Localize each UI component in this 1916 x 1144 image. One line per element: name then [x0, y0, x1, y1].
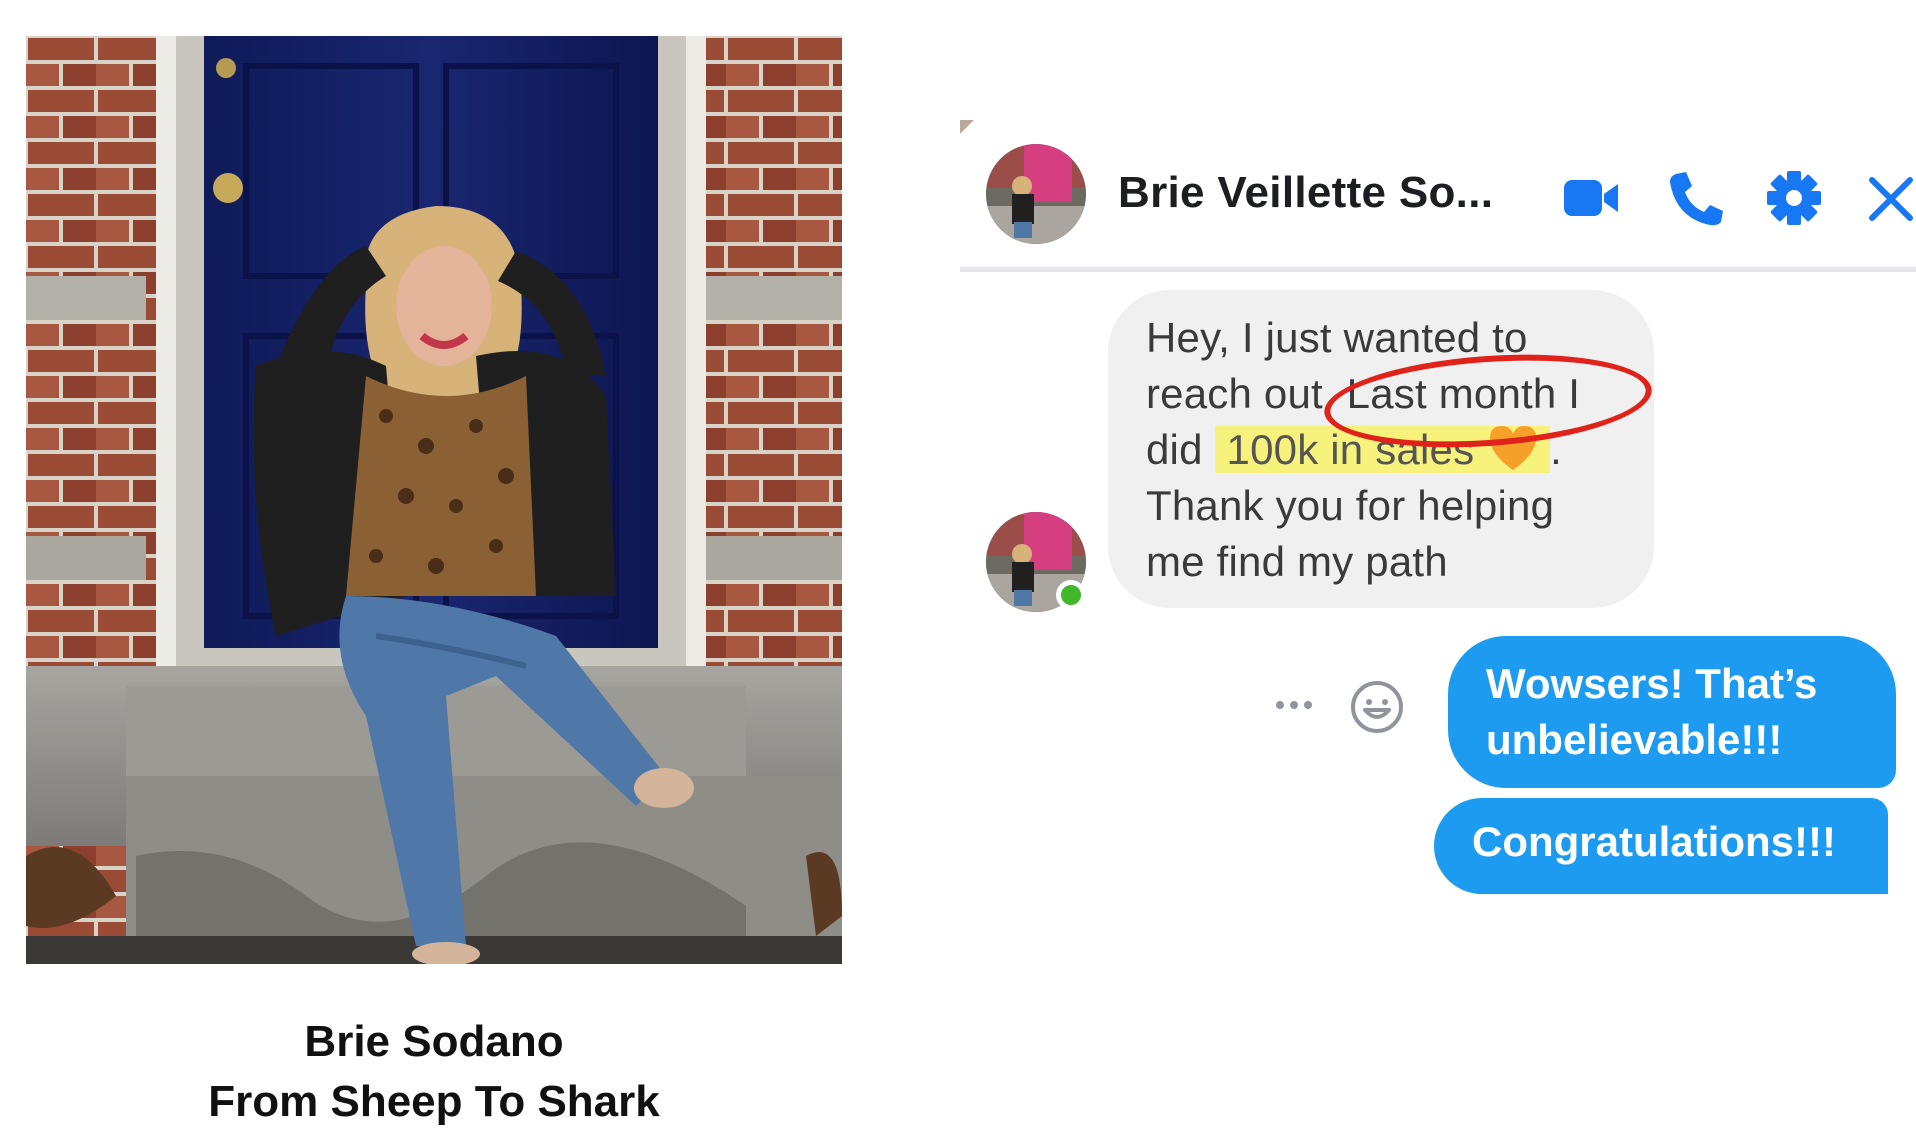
received-message-text: Hey, I just wanted to reach out. Last mo…	[1146, 310, 1666, 590]
messenger-chat-window: Brie Veillette So... Hey, I just wanted …	[960, 120, 1916, 900]
contact-name[interactable]: Brie Veillette So...	[1118, 168, 1493, 218]
photo-caption: Brie Sodano From Sheep To Shark	[26, 1012, 842, 1132]
chat-header: Brie Veillette So...	[960, 120, 1916, 272]
message-line: Hey, I just wanted to	[1146, 314, 1528, 361]
caption-name: Brie Sodano	[304, 1017, 564, 1066]
message-line: did 100k in sales .	[1146, 422, 1666, 478]
received-message-bubble[interactable]: Hey, I just wanted to reach out. Last mo…	[1108, 290, 1654, 608]
emoji-reaction-icon[interactable]	[1348, 678, 1406, 736]
message-line: Wowsers! That’s	[1486, 660, 1818, 707]
message-text: .	[1550, 426, 1563, 473]
message-line: Thank you for helping	[1146, 482, 1555, 529]
message-line: unbelievable!!!	[1486, 716, 1783, 763]
caption-subtitle: From Sheep To Shark	[208, 1077, 660, 1126]
close-icon[interactable]	[1864, 168, 1916, 228]
profile-photo	[26, 36, 842, 964]
gear-icon[interactable]	[1762, 168, 1826, 228]
video-camera-icon[interactable]	[1560, 168, 1624, 228]
online-status-dot	[1056, 580, 1086, 610]
highlighted-text: 100k in sales	[1214, 426, 1551, 473]
phone-icon[interactable]	[1662, 168, 1726, 228]
message-text: Congratulations!!!	[1472, 818, 1836, 865]
highlight-phrase: 100k in sales	[1226, 426, 1475, 473]
message-line: reach out. Last month I	[1146, 370, 1581, 417]
orange-heart-emoji	[1486, 422, 1540, 472]
more-options-icon[interactable]	[1270, 690, 1318, 720]
message-line: me find my path	[1146, 538, 1448, 585]
message-text: did	[1146, 426, 1203, 473]
sent-message-bubble[interactable]: Congratulations!!!	[1434, 798, 1888, 894]
sent-message-bubble[interactable]: Wowsers! That’s unbelievable!!!	[1448, 636, 1896, 788]
contact-avatar[interactable]	[986, 144, 1086, 244]
sender-avatar[interactable]	[986, 512, 1086, 612]
